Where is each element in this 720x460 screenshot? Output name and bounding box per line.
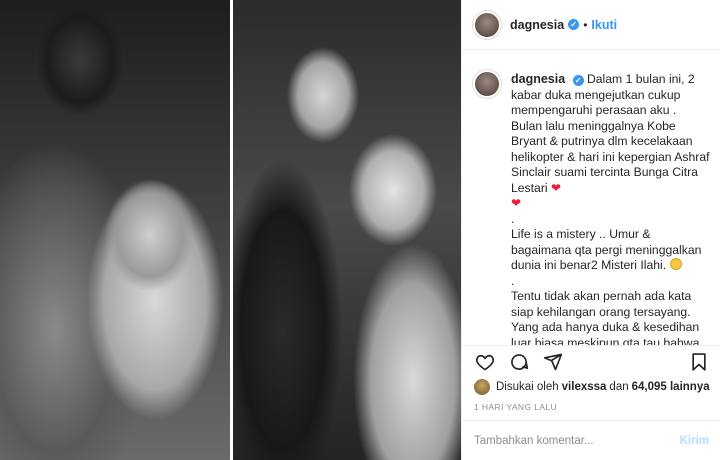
comment-input[interactable] xyxy=(474,434,680,447)
red-heart-icon: ❤ xyxy=(511,196,522,210)
caption-username[interactable]: dagnesia xyxy=(511,72,565,86)
comment-bar: Kirim xyxy=(462,420,720,460)
caption-line-6: Tentu tidak akan pernah ada kata siap ke… xyxy=(511,289,700,345)
share-icon xyxy=(543,353,563,370)
post-image[interactable] xyxy=(0,0,461,460)
caption-area: dagnesia ✓ Dalam 1 bulan ini, 2 kabar du… xyxy=(462,60,720,345)
post-comment-button[interactable]: Kirim xyxy=(680,435,709,447)
author-avatar[interactable] xyxy=(473,10,501,39)
verified-badge-icon: ✓ xyxy=(568,19,580,30)
photo-right-couple xyxy=(233,0,461,460)
follow-button[interactable]: Ikuti xyxy=(591,18,617,32)
liker-username[interactable]: vilexssa xyxy=(562,381,607,393)
caption-line-2-text: Bulan lalu meninggalnya Kobe Bryant & pu… xyxy=(511,118,710,195)
comment-button[interactable] xyxy=(508,351,530,373)
like-button[interactable] xyxy=(474,351,496,373)
caption-author-avatar[interactable] xyxy=(473,70,501,98)
author-username[interactable]: dagnesia xyxy=(510,18,564,32)
smiling-face-icon xyxy=(669,258,682,270)
save-button[interactable] xyxy=(689,352,711,374)
verified-badge-icon: ✓ xyxy=(572,75,584,86)
photo-left-couple xyxy=(0,0,230,460)
liker-avatar[interactable] xyxy=(474,379,490,395)
comment-icon xyxy=(511,353,529,370)
caption-line-5: . xyxy=(511,273,515,288)
post-timestamp[interactable]: 1 HARI YANG LALU xyxy=(474,402,557,412)
action-bar xyxy=(462,345,720,377)
caption-line-4: Life is a mistery .. Umur & bagaimana qt… xyxy=(511,227,711,274)
red-heart-icon: ❤ xyxy=(550,180,562,195)
heart-outline-icon xyxy=(475,354,495,370)
post-header: dagnesia ✓ • Ikuti xyxy=(462,0,720,50)
likes-prefix: Disukai oleh xyxy=(496,381,559,393)
likes-count[interactable]: 64,095 lainnya xyxy=(632,381,710,393)
separator-dot: • xyxy=(583,17,588,32)
post-side-panel: dagnesia ✓ • Ikuti dagnesia ✓ Dalam 1 bu… xyxy=(461,0,720,460)
likes-conjunction: dan xyxy=(609,381,629,393)
bookmark-icon xyxy=(692,353,706,371)
likes-summary: Disukai oleh vilexssa dan 64,095 lainnya xyxy=(474,377,713,397)
share-button[interactable] xyxy=(542,351,564,373)
caption-line-2: Bulan lalu meninggalnya Kobe Bryant & pu… xyxy=(511,119,711,197)
caption-line-3: . xyxy=(511,211,515,226)
caption-text: dagnesia ✓ Dalam 1 bulan ini, 2 kabar du… xyxy=(511,72,711,345)
